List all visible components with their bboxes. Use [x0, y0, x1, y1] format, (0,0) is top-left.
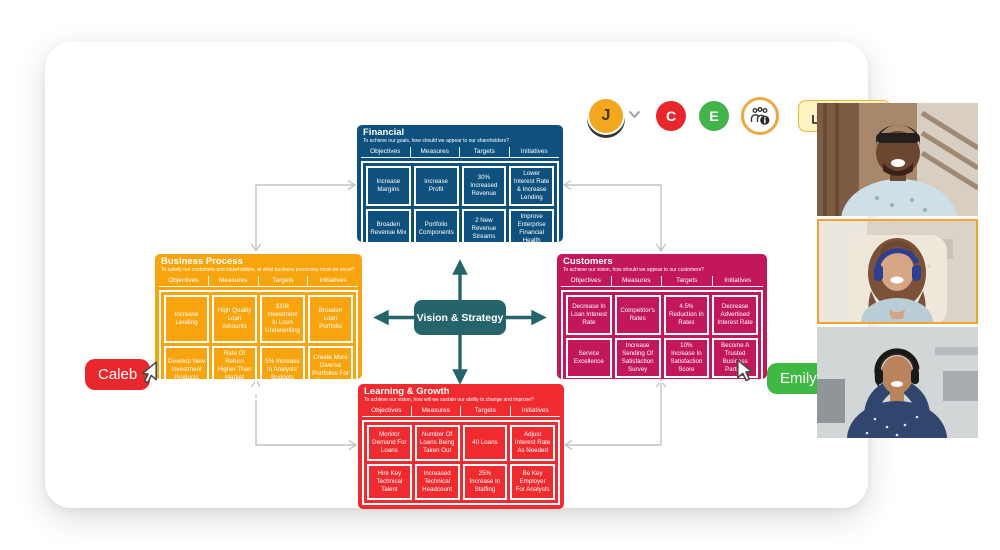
scorecard-cell[interactable]: Improve Enterprise Financial Health — [509, 209, 554, 250]
scorecard-cell[interactable]: 2 New Revenue Streams — [461, 209, 507, 250]
cell-grid: Monitor Demand For Loans Number Of Loans… — [362, 419, 560, 505]
scorecard-cell[interactable]: Number Of Loans Being Taken Out — [414, 424, 460, 461]
scorecard-cell[interactable]: Hire Key Technical Talent — [367, 463, 412, 500]
column-header: Measures — [209, 275, 259, 286]
chevron-down-icon[interactable] — [628, 110, 641, 119]
column-header: Initiatives — [319, 276, 347, 284]
scorecard-cell[interactable]: 5% Increase In Analysts' Budgets — [260, 346, 305, 395]
column-headers: Objectives Measures Targets Initiatives — [159, 275, 358, 287]
participant-3-video — [817, 327, 978, 438]
whiteboard-canvas[interactable]: Financial To achieve our goals, how shou… — [45, 42, 891, 509]
column-header: Objectives — [561, 275, 612, 286]
participant-2-video — [819, 221, 976, 322]
scorecard-cell[interactable]: 30% Increased Revenue — [461, 165, 507, 207]
scorecard-cell[interactable]: Decrease In Loan Interest Rate — [566, 294, 612, 336]
scorecard-cell[interactable]: Develop New Investment Products — [164, 346, 209, 395]
scorecard-cell[interactable]: 4.5% Reduction In Rates — [663, 294, 710, 336]
scorecard-cell[interactable]: Decrease Advertised Interest Rate — [712, 294, 758, 336]
scorecard-cell[interactable]: 25% Increase In Staffing — [462, 463, 508, 500]
scorecard-cell[interactable]: Increase Sending Of Satisfaction Survey — [614, 338, 661, 379]
scorecard-learning-growth[interactable]: Learning & Growth To achieve our vision,… — [358, 384, 564, 509]
section-title: Learning & Growth — [364, 386, 450, 397]
scorecard-cell[interactable]: High Quality Loan Amounts — [212, 294, 257, 344]
section-title: Business Process — [161, 256, 243, 267]
scorecard-cell[interactable]: $10k Investment In Loan Underwriting — [260, 294, 305, 344]
column-header: Objectives — [361, 146, 411, 157]
vision-strategy-box[interactable]: Vision & Strategy — [414, 300, 506, 335]
scorecard-cell[interactable]: Increased Technical Headcount — [414, 463, 460, 500]
collaborator-avatar-e[interactable]: E — [699, 101, 729, 131]
video-call-panel — [817, 103, 978, 438]
column-header: Targets — [461, 405, 511, 416]
scorecard-cell[interactable]: Broaden Revenue Mix — [366, 209, 411, 250]
scorecard-cell[interactable]: Lower Interest Rate & Increase Lending — [509, 165, 554, 207]
collaborator-avatar-c[interactable]: C — [656, 101, 686, 131]
column-header: Targets — [662, 275, 713, 286]
section-subtitle: To achieve our vision, how will we susta… — [364, 397, 534, 404]
column-header: Measures — [612, 275, 662, 286]
cursor-arrow-icon — [141, 361, 157, 384]
column-header: Measures — [412, 405, 461, 416]
collaborators-info-button[interactable] — [741, 97, 779, 135]
column-header: Measures — [411, 146, 460, 157]
section-subtitle: To satisfy our customers and stakeholder… — [161, 267, 355, 274]
scorecard-cell[interactable]: Adjust Interest Rate As Needed — [510, 424, 555, 461]
column-headers: Objectives Measures Targets Initiatives — [362, 405, 560, 417]
column-header: Targets — [460, 146, 510, 157]
participant-1-video — [817, 103, 978, 216]
column-headers: Objectives Measures Targets Initiatives — [561, 275, 763, 287]
scorecard-cell[interactable]: Portfolio Components — [413, 209, 459, 250]
column-header: Initiatives — [724, 276, 752, 284]
column-header: Initiatives — [521, 406, 549, 414]
column-header: Targets — [259, 275, 309, 286]
column-header: Objectives — [159, 275, 209, 286]
video-participant-1[interactable] — [817, 103, 978, 216]
scorecard-cell[interactable]: Rate Of Return Higher Than Market Averag… — [212, 346, 257, 395]
scorecard-cell[interactable]: Broaden Loan Portfolio — [308, 294, 353, 344]
scorecard-business-process[interactable]: Business Process To satisfy our customer… — [155, 254, 362, 400]
video-participant-2[interactable] — [817, 219, 978, 324]
collaborators-info-icon — [750, 107, 770, 125]
scorecard-cell[interactable]: 10% Increase In Satisfaction Score — [663, 338, 710, 379]
section-title: Customers — [563, 256, 613, 267]
scorecard-financial[interactable]: Financial To achieve our goals, how shou… — [357, 125, 563, 255]
column-header: Initiatives — [520, 147, 548, 155]
scorecard-cell[interactable]: Increase Lending — [164, 294, 209, 344]
cell-grid: Increase Lending High Quality Loan Amoun… — [159, 289, 358, 400]
column-header: Objectives — [362, 405, 412, 416]
cursor-arrow-icon — [737, 359, 753, 382]
scorecard-cell[interactable]: Competitor's Rates — [614, 294, 661, 336]
user-avatar[interactable]: J — [587, 97, 625, 135]
page-background: Financial To achieve our goals, how shou… — [0, 0, 1000, 550]
section-title: Financial — [363, 127, 405, 138]
section-subtitle: To achieve our vision, how should we app… — [563, 267, 704, 274]
scorecard-cell[interactable]: Monitor Demand For Loans — [367, 424, 412, 461]
scorecard-cell[interactable]: 40 Loans — [462, 424, 508, 461]
section-subtitle: To achieve our goals, how should we appe… — [363, 138, 509, 145]
video-participant-3[interactable] — [817, 327, 978, 438]
scorecard-cell[interactable]: Create More Diverse Portfolios For Custo… — [308, 346, 353, 395]
column-headers: Objectives Measures Targets Initiatives — [361, 146, 559, 158]
scorecard-cell[interactable]: Increase Profit — [413, 165, 459, 207]
cell-grid: Increase Margins Increase Profit 30% Inc… — [361, 160, 559, 255]
scorecard-cell[interactable]: Increase Margins — [366, 165, 411, 207]
cell-grid: Decrease In Loan Interest Rate Competito… — [561, 289, 763, 384]
scorecard-cell[interactable]: Service Excellence — [566, 338, 612, 379]
scorecard-cell[interactable]: Be Key Employer For Analysts — [510, 463, 555, 500]
